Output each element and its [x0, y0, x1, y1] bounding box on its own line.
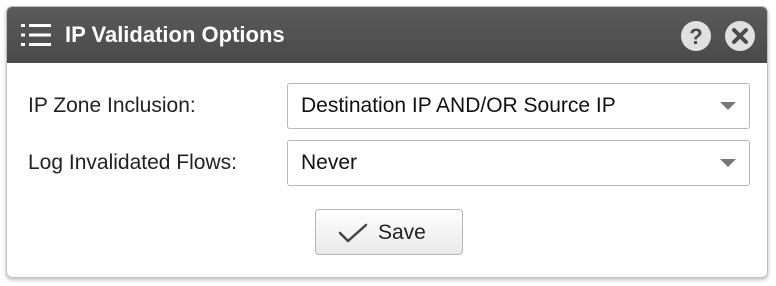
save-button-label: Save [378, 221, 426, 244]
close-icon [732, 28, 748, 44]
save-button[interactable]: Save [315, 209, 463, 255]
ip-zone-inclusion-value: Destination IP AND/OR Source IP [301, 94, 616, 117]
help-button[interactable]: ? [681, 21, 711, 51]
ip-validation-dialog: IP Validation Options ? IP Zone Inclusio… [6, 6, 768, 278]
log-invalidated-flows-value: Never [301, 151, 358, 174]
log-invalidated-flows-select[interactable]: Never [287, 140, 750, 186]
close-button[interactable] [725, 21, 755, 51]
chevron-down-icon [720, 159, 736, 167]
ip-zone-inclusion-select[interactable]: Destination IP AND/OR Source IP [287, 83, 750, 129]
chevron-down-icon [720, 102, 736, 110]
log-invalidated-flows-label: Log Invalidated Flows: [28, 151, 237, 174]
checkmark-icon [338, 223, 368, 243]
ip-zone-inclusion-label: IP Zone Inclusion: [28, 94, 196, 117]
dialog-title: IP Validation Options [65, 22, 285, 47]
help-icon: ? [689, 24, 703, 49]
dialog-titlebar: IP Validation Options ? [7, 7, 767, 63]
list-menu-icon[interactable] [21, 23, 53, 47]
